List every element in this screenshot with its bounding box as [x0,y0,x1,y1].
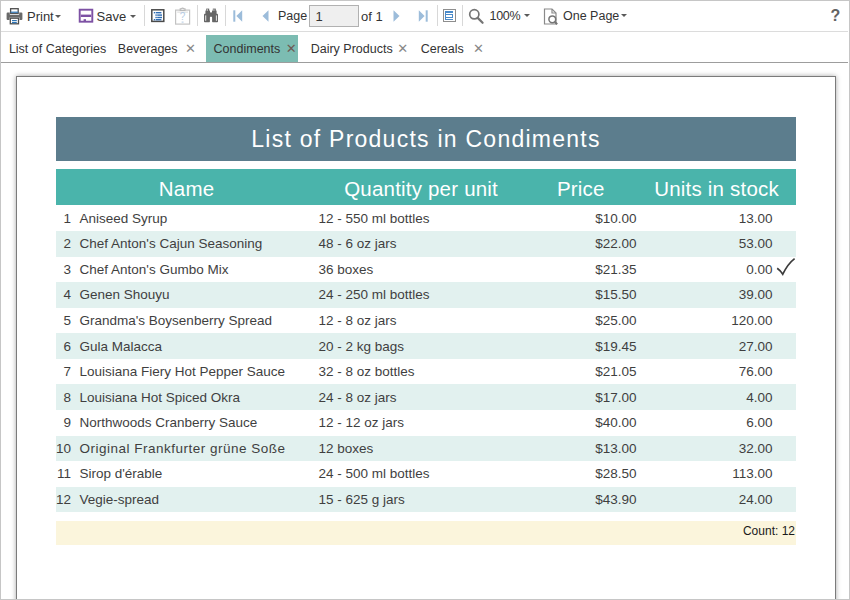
svg-text:?: ? [180,11,186,22]
